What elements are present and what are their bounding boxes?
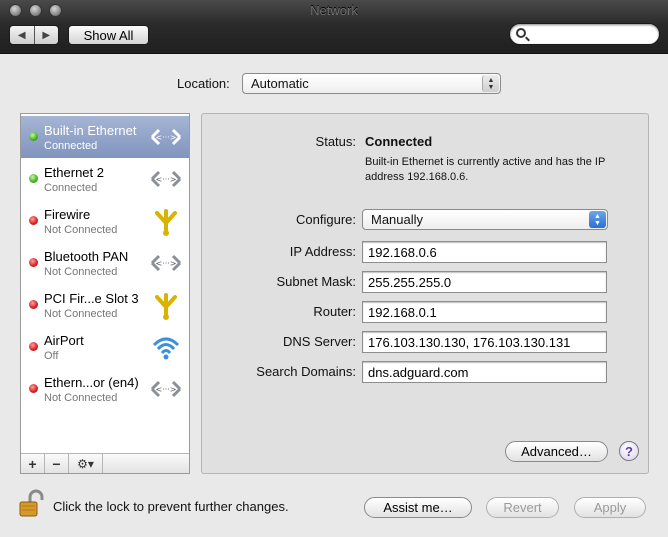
ethernet-icon: <···>: [150, 380, 182, 398]
dns-server-field[interactable]: [362, 331, 607, 353]
add-service-button[interactable]: +: [21, 454, 45, 473]
configure-label: Configure:: [296, 212, 356, 227]
search-input[interactable]: [532, 26, 652, 42]
ip-address-label: IP Address:: [289, 244, 356, 259]
service-status: Connected: [44, 140, 98, 152]
svg-text:<···>: <···>: [155, 259, 176, 268]
service-status: Not Connected: [44, 266, 118, 278]
service-list: Built-in Ethernet Connected <···> Ethern…: [20, 113, 190, 474]
service-item-pci-firewire-slot-3[interactable]: PCI Fir...e Slot 3 Not Connected: [21, 284, 189, 326]
firewire-icon: [155, 209, 177, 236]
window-title: Network: [310, 3, 358, 18]
back-icon[interactable]: ◀: [10, 26, 34, 44]
service-status: Connected: [44, 182, 98, 194]
back-forward-control: ◀ ▶: [9, 25, 59, 45]
status-dot-icon: [29, 342, 38, 351]
subnet-mask-field[interactable]: [362, 271, 607, 293]
service-name: Ethern...or (en4): [44, 375, 139, 390]
svg-text:<···>: <···>: [155, 385, 176, 394]
ethernet-icon: <···>: [150, 128, 182, 146]
forward-icon[interactable]: ▶: [33, 26, 59, 44]
service-name: PCI Fir...e Slot 3: [44, 291, 139, 306]
ethernet-icon: <···>: [150, 170, 182, 188]
search-domains-label: Search Domains:: [256, 364, 356, 379]
help-button[interactable]: ?: [619, 441, 639, 461]
status-dot-icon: [29, 174, 38, 183]
status-dot-icon: [29, 384, 38, 393]
gear-icon[interactable]: ⚙▾: [69, 454, 103, 473]
location-popup[interactable]: Automatic ▲ ▼: [242, 73, 501, 94]
popup-arrows-icon: ▲ ▼: [482, 75, 499, 92]
service-item-ethernet-adaptor-en4[interactable]: Ethern...or (en4) Not Connected <···>: [21, 368, 189, 410]
configure-popup[interactable]: Manually ▲ ▼: [362, 209, 608, 230]
service-name: Firewire: [44, 207, 91, 222]
remove-service-button[interactable]: −: [45, 454, 69, 473]
router-field[interactable]: [362, 301, 607, 323]
status-dot-icon: [29, 216, 38, 225]
status-dot-icon: [29, 132, 38, 141]
service-item-firewire[interactable]: Firewire Not Connected: [21, 200, 189, 242]
toolbar: Network ◀ ▶ Show All: [0, 0, 668, 54]
service-status: Not Connected: [44, 308, 118, 320]
svg-text:<···>: <···>: [155, 133, 176, 142]
service-name: Bluetooth PAN: [44, 249, 129, 264]
popup-arrows-icon: ▲ ▼: [589, 211, 606, 228]
service-name: Ethernet 2: [44, 165, 104, 180]
configure-value: Manually: [371, 212, 424, 227]
show-all-button[interactable]: Show All: [68, 25, 149, 45]
ip-address-field[interactable]: [362, 241, 607, 263]
service-item-ethernet-2[interactable]: Ethernet 2 Connected <···>: [21, 158, 189, 200]
ethernet-icon: <···>: [150, 254, 182, 272]
service-status: Off: [44, 350, 59, 362]
service-item-airport[interactable]: AirPort Off: [21, 326, 189, 368]
subnet-mask-label: Subnet Mask:: [276, 274, 357, 289]
service-list-actions: + − ⚙▾: [21, 453, 189, 473]
status-value: Connected: [365, 134, 433, 149]
location-value: Automatic: [251, 76, 309, 91]
service-item-built-in-ethernet[interactable]: Built-in Ethernet Connected <···>: [21, 116, 189, 158]
advanced-button[interactable]: Advanced…: [505, 441, 608, 462]
search-field[interactable]: [509, 23, 660, 45]
apply-button[interactable]: Apply: [574, 497, 646, 518]
router-label: Router:: [313, 304, 356, 319]
assist-me-button[interactable]: Assist me…: [364, 497, 472, 518]
dns-server-label: DNS Server:: [283, 334, 356, 349]
status-label: Status:: [315, 134, 356, 149]
service-status: Not Connected: [44, 224, 118, 236]
firewire-icon: [155, 293, 177, 320]
status-description: Built-in Ethernet is currently active an…: [365, 156, 606, 183]
status-dot-icon: [29, 300, 38, 309]
wifi-icon: [152, 337, 180, 360]
svg-text:<···>: <···>: [155, 175, 176, 184]
service-name: AirPort: [44, 333, 84, 348]
search-icon: [516, 28, 526, 38]
service-item-bluetooth-pan[interactable]: Bluetooth PAN Not Connected <···>: [21, 242, 189, 284]
service-status: Not Connected: [44, 392, 118, 404]
network-preferences-window: Network ◀ ▶ Show All Location: Automatic…: [0, 0, 668, 537]
status-dot-icon: [29, 258, 38, 267]
service-name: Built-in Ethernet: [44, 123, 137, 138]
revert-button[interactable]: Revert: [486, 497, 559, 518]
lock-message: Click the lock to prevent further change…: [53, 499, 289, 514]
lock-icon[interactable]: [18, 489, 46, 519]
search-domains-field[interactable]: [362, 361, 607, 383]
location-label: Location:: [177, 76, 230, 91]
